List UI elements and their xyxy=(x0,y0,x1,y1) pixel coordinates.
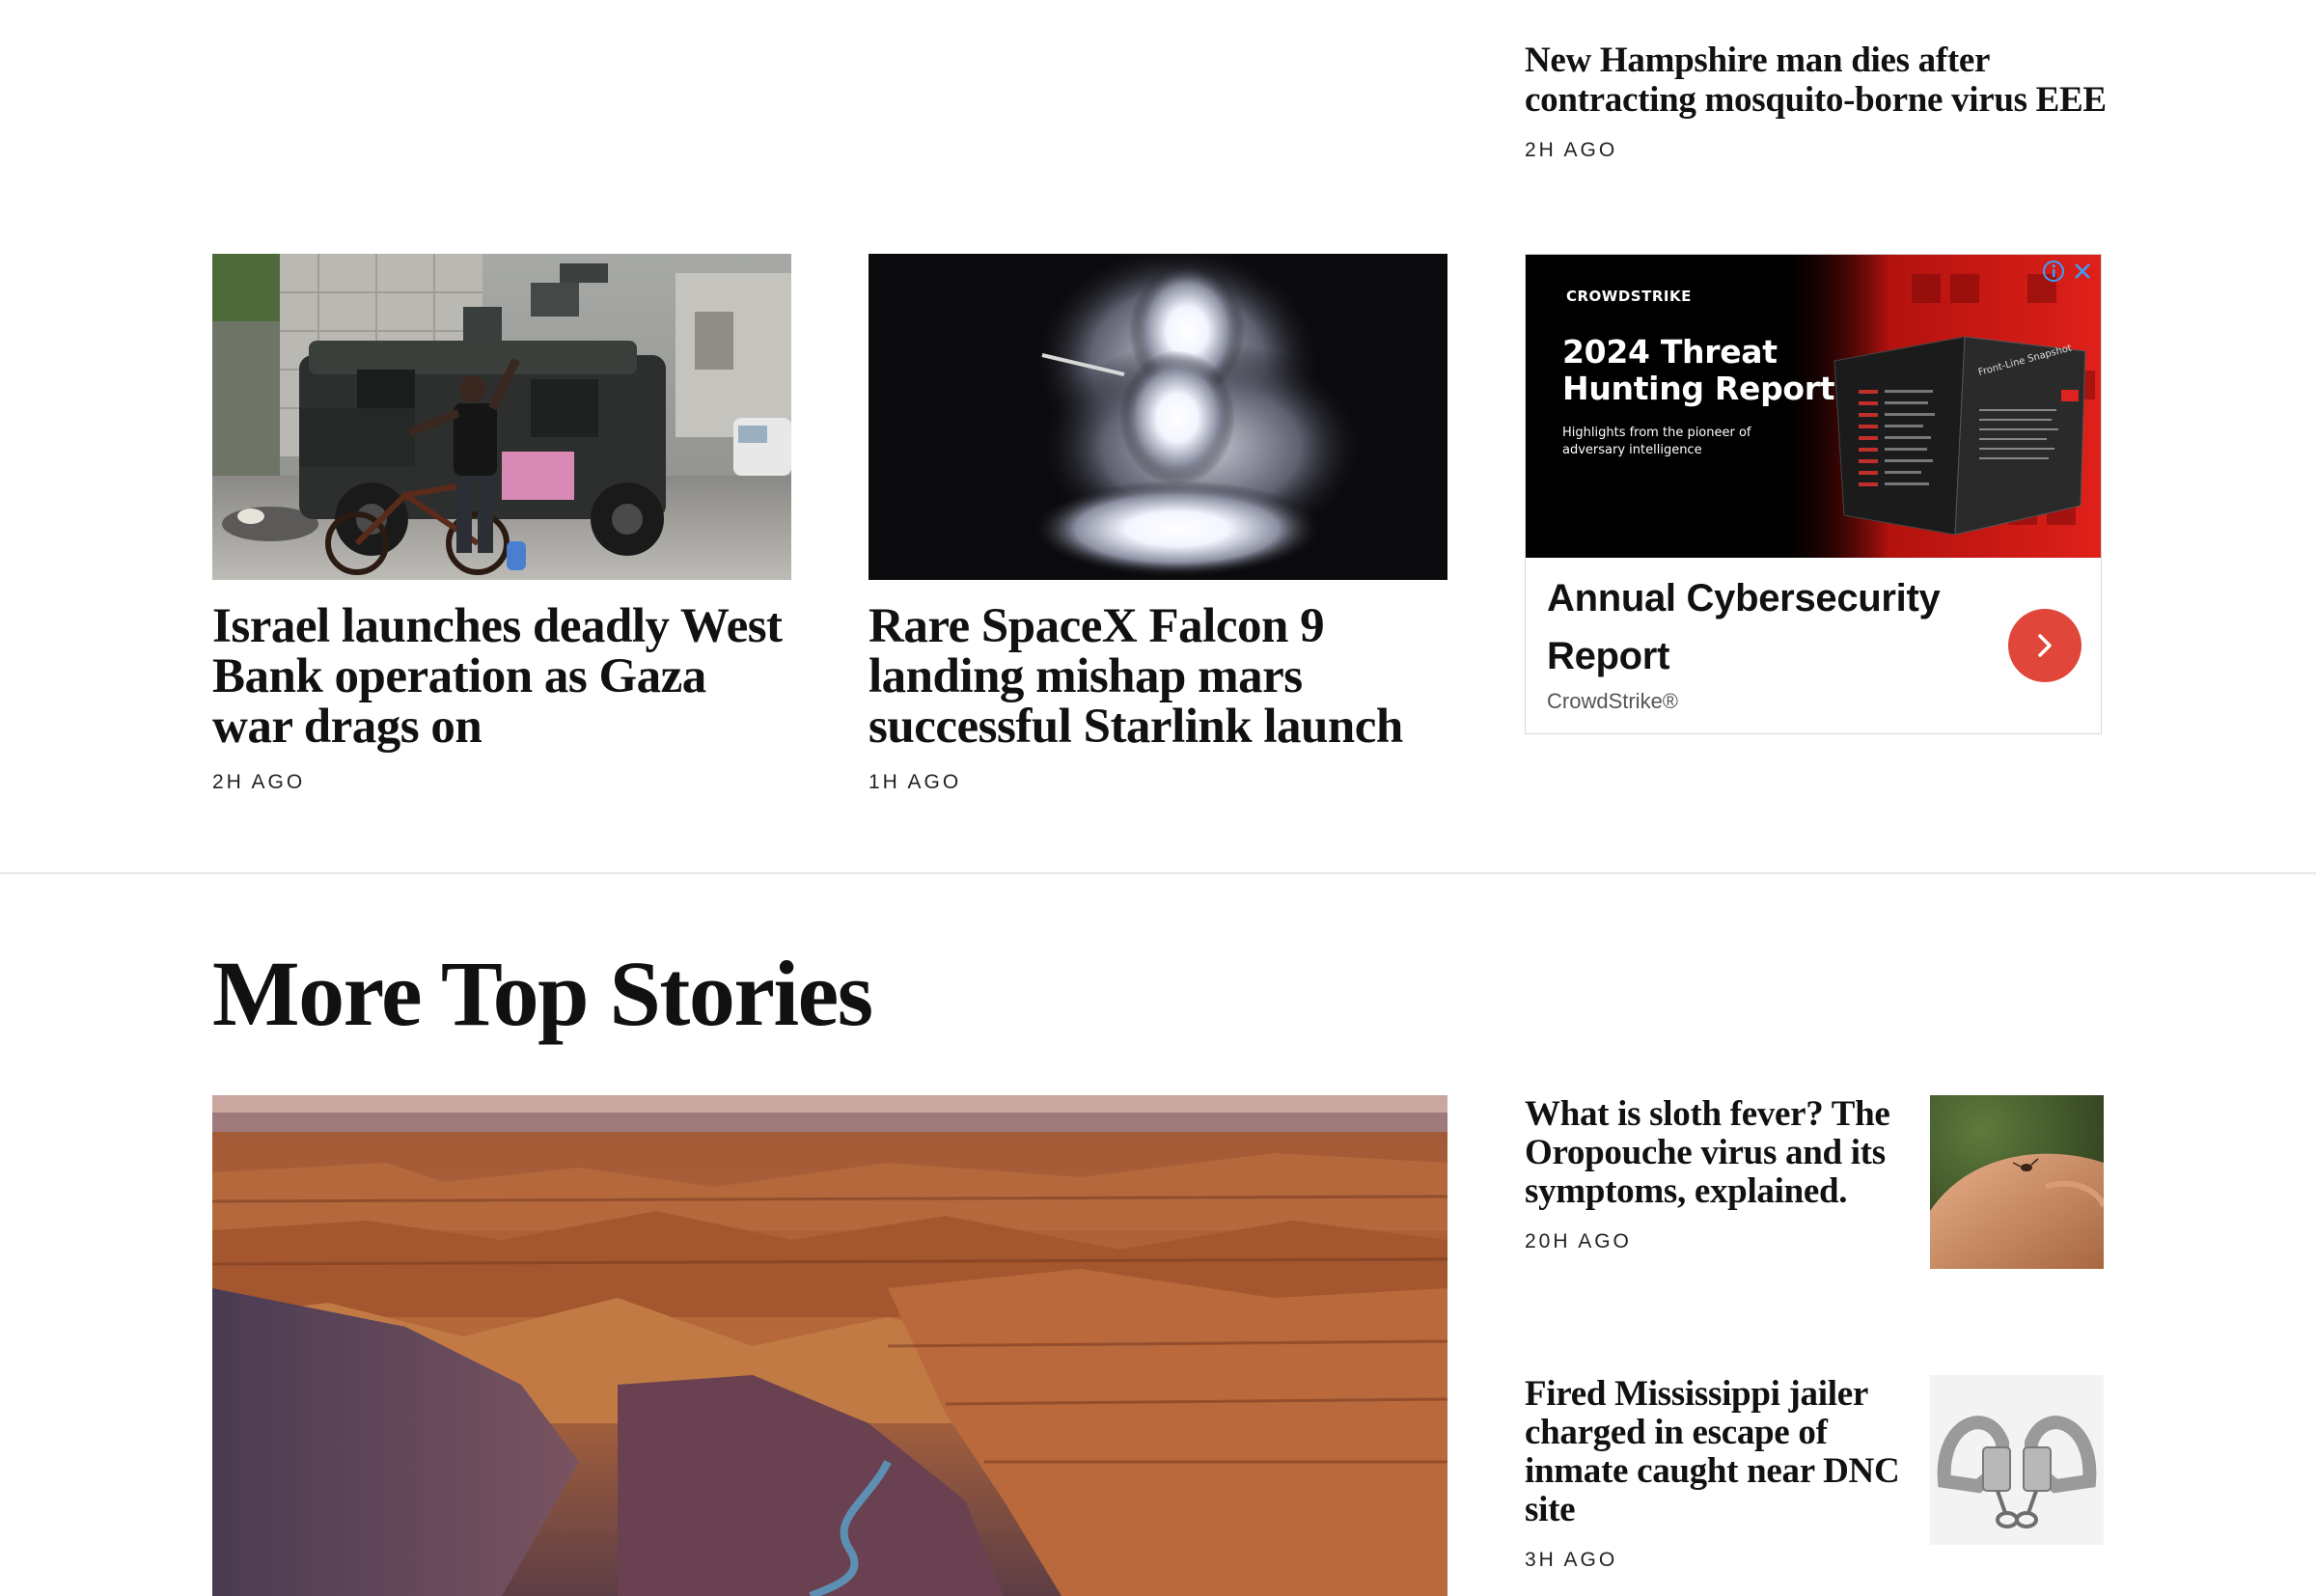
article-sloth-fever[interactable]: What is sloth fever? The Oropouche virus… xyxy=(1525,1095,2104,1298)
lead-story-image-canyon[interactable] xyxy=(212,1095,1448,1596)
article-card-israel[interactable]: Israel launches deadly West Bank operati… xyxy=(212,254,791,794)
side-story-headline[interactable]: Fired Mississippi jailer charged in esca… xyxy=(1525,1375,1901,1529)
handcuffs-photo xyxy=(1930,1375,2104,1545)
article-timestamp: 2H AGO xyxy=(1525,139,1618,161)
article-card-spacex[interactable]: Rare SpaceX Falcon 9 landing mishap mars… xyxy=(868,254,1448,794)
side-story-timestamp: 3H AGO xyxy=(1525,1549,1618,1571)
ad-headline[interactable]: Annual Cybersecurity Report xyxy=(1547,569,1971,685)
card-headline[interactable]: Israel launches deadly West Bank operati… xyxy=(212,601,791,752)
article-thumbnail-rocket-landing[interactable] xyxy=(868,254,1448,580)
insect-on-finger-photo xyxy=(1930,1095,2104,1269)
side-story-thumbnail-insect[interactable] xyxy=(1930,1095,2104,1269)
ad-banner-image[interactable]: Front-Line Snapshot CROWDSTRIKE 2024 Thr… xyxy=(1526,255,2101,558)
article-new-hampshire-eee[interactable]: New Hampshire man dies after contracting… xyxy=(1525,41,2123,162)
section-divider xyxy=(0,872,2316,874)
close-icon[interactable] xyxy=(2070,259,2095,284)
chevron-right-icon xyxy=(2038,634,2052,657)
article-headline[interactable]: New Hampshire man dies after contracting… xyxy=(1525,41,2123,120)
rocket-explosion-photo xyxy=(868,254,1448,580)
section-title: More Top Stories xyxy=(212,942,873,1045)
ad-brand-logo: CROWDSTRIKE xyxy=(1566,288,1692,305)
canyon-photo xyxy=(212,1095,1448,1596)
ad-advertiser-name: CrowdStrike® xyxy=(1547,689,1679,713)
side-story-thumbnail-handcuffs[interactable] xyxy=(1930,1375,2104,1545)
card-timestamp: 1H AGO xyxy=(868,771,962,793)
article-mississippi-jailer[interactable]: Fired Mississippi jailer charged in esca… xyxy=(1525,1375,2104,1578)
ad-report-subtitle: Highlights from the pioneer of adversary… xyxy=(1562,426,1751,457)
ad-report-title: 2024 Threat Hunting Report xyxy=(1562,333,1835,407)
info-icon[interactable] xyxy=(2041,259,2066,284)
card-timestamp: 2H AGO xyxy=(212,771,306,793)
armored-vehicle-photo xyxy=(212,254,791,580)
sponsored-ad[interactable]: Front-Line Snapshot CROWDSTRIKE 2024 Thr… xyxy=(1525,254,2102,734)
ad-cta-button[interactable] xyxy=(2008,609,2082,682)
side-story-headline[interactable]: What is sloth fever? The Oropouche virus… xyxy=(1525,1095,1901,1211)
card-headline[interactable]: Rare SpaceX Falcon 9 landing mishap mars… xyxy=(868,601,1448,752)
article-thumbnail-armored-vehicle[interactable] xyxy=(212,254,791,580)
